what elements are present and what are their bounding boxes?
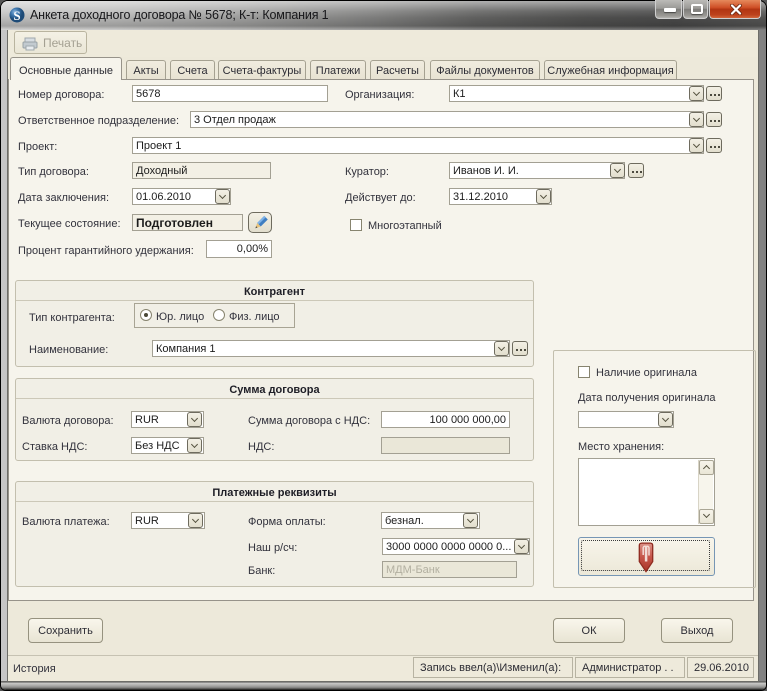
svg-text:S: S <box>13 8 20 23</box>
